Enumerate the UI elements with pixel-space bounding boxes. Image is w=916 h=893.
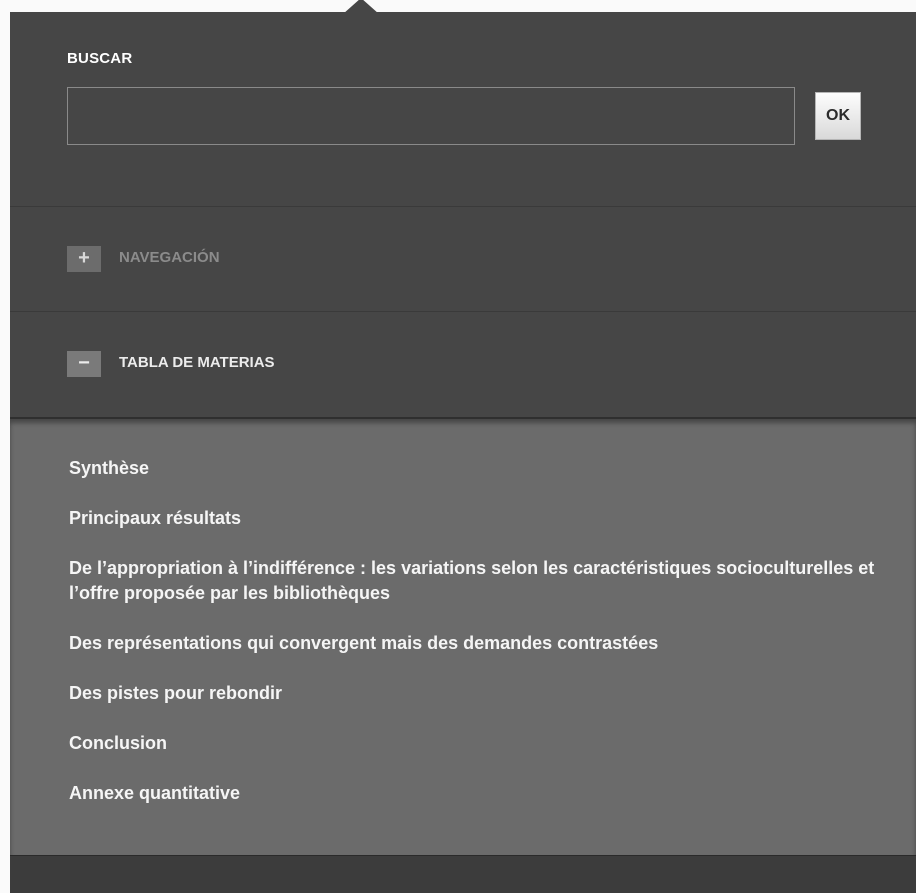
tabla-de-materias-label[interactable]: TABLA DE MATERIAS	[119, 354, 275, 371]
panel-footer	[10, 855, 916, 893]
toc-item-representations[interactable]: Des représentations qui convergent mais …	[69, 631, 916, 656]
expand-plus-icon[interactable]: +	[67, 246, 101, 272]
page: BUSCAR OK + NAVEGACIÓN − TABLA DE MATERI…	[0, 0, 916, 893]
toc-item-annexe[interactable]: Annexe quantitative	[69, 781, 916, 806]
collapse-minus-icon[interactable]: −	[67, 351, 101, 377]
navegacion-label[interactable]: NAVEGACIÓN	[119, 249, 220, 266]
search-ok-button[interactable]: OK	[815, 92, 861, 140]
popover-arrow	[343, 0, 379, 14]
search-section: BUSCAR OK	[10, 12, 916, 207]
toc-item-appropriation-indifference[interactable]: De l’appropriation à l’indifférence : le…	[69, 556, 916, 606]
sidebar-panel: BUSCAR OK + NAVEGACIÓN − TABLA DE MATERI…	[10, 12, 916, 893]
search-title: BUSCAR	[67, 50, 133, 67]
tabla-de-materias-section[interactable]: − TABLA DE MATERIAS	[10, 312, 916, 416]
toc-item-pistes[interactable]: Des pistes pour rebondir	[69, 681, 916, 706]
search-input[interactable]	[67, 87, 795, 145]
toc-item-synthese[interactable]: Synthèse	[69, 456, 916, 481]
toc-item-conclusion[interactable]: Conclusion	[69, 731, 916, 756]
toc-list: Synthèse Principaux résultats De l’appro…	[69, 456, 916, 831]
table-of-contents: Synthèse Principaux résultats De l’appro…	[10, 417, 916, 855]
navegacion-section[interactable]: + NAVEGACIÓN	[10, 207, 916, 312]
toc-item-principaux-resultats[interactable]: Principaux résultats	[69, 506, 916, 531]
